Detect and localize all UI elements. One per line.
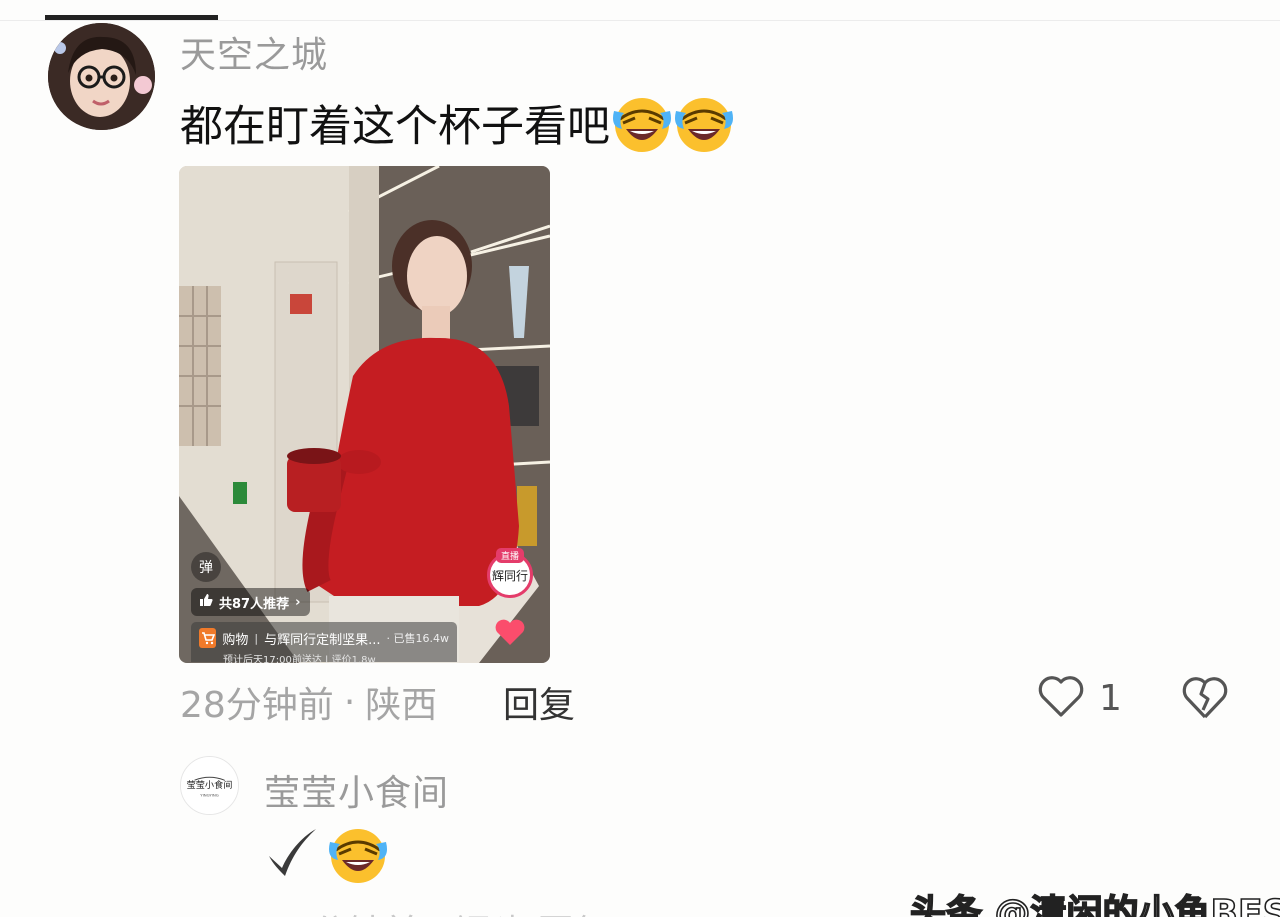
rating-divider: | <box>325 655 329 663</box>
live-tag: 直播 <box>495 548 525 563</box>
shop-label: 购物 <box>222 632 249 648</box>
sold-count: · 已售16.4w <box>386 632 449 645</box>
comment-location: 陕西 <box>365 685 438 726</box>
reply-username[interactable]: 莹莹小食间 <box>264 764 449 816</box>
like-video-button[interactable] <box>494 618 526 650</box>
rofl-emoji <box>328 824 388 884</box>
reply-avatar-subtext: YINGYING <box>200 793 219 798</box>
live-avatar-badge[interactable]: 直播 辉同行 <box>487 548 533 598</box>
like-button[interactable]: 1 <box>1037 674 1122 722</box>
attached-image[interactable]: 弹 共87人推荐 › 购物 | 与辉同行定制坚果... · 已售16.4w 预计… <box>179 166 550 663</box>
delivery-info: 预计后天17:00前送达 | 评价1.8w <box>223 651 449 663</box>
top-divider <box>0 20 1280 21</box>
reply-avatar-text: 莹莹小食间 <box>187 779 233 791</box>
user-avatar[interactable] <box>48 23 155 130</box>
rating-count: 评价1.8w <box>331 655 376 663</box>
product-name: 与辉同行定制坚果... <box>264 632 381 648</box>
recommend-label: 共87人推荐 <box>219 596 290 612</box>
watermark: 头条 @清闲的小鱼BES <box>909 892 1280 917</box>
comment-body: 都在盯着这个杯子看吧 <box>180 102 610 152</box>
next-comment-meta: 22分钟前 · 福建 回复 <box>266 904 610 917</box>
recommend-pill[interactable]: 共87人推荐 › <box>191 588 311 616</box>
danmu-toggle-button[interactable]: 弹 <box>191 552 221 582</box>
heart-icon <box>494 618 526 650</box>
delivery-time: 预计后天17:00前送达 <box>223 655 322 663</box>
reply-button[interactable]: 回复 <box>503 676 575 728</box>
chevron-right-icon: › <box>295 594 301 610</box>
rofl-emoji <box>674 93 734 153</box>
heart-outline-icon <box>1037 674 1085 722</box>
meta-separator: · <box>343 681 356 723</box>
reply-user-avatar[interactable]: 莹莹小食间 YINGYING <box>180 756 239 815</box>
like-count: 1 <box>1099 677 1122 719</box>
dislike-button[interactable] <box>1181 674 1229 724</box>
username[interactable]: 天空之城 <box>180 26 328 78</box>
reply-text <box>266 824 388 884</box>
live-badge-text: 辉同行 <box>491 568 528 583</box>
comment-text: 都在盯着这个杯子看吧 <box>180 92 734 154</box>
side-controls: 直播 辉同行 111 23 <box>482 548 538 663</box>
broken-heart-icon <box>1181 677 1229 724</box>
comment-time: 28分钟前 <box>180 685 334 726</box>
comment-meta: 28分钟前 · 陕西 <box>180 676 437 728</box>
shopping-bar[interactable]: 购物 | 与辉同行定制坚果... · 已售16.4w 预计后天17:00前送达 … <box>191 622 457 663</box>
thumbs-up-icon <box>199 593 213 611</box>
check-mark-icon <box>266 826 320 882</box>
shopping-cart-icon <box>199 628 217 648</box>
shop-divider: | <box>254 631 259 645</box>
rofl-emoji <box>612 93 672 153</box>
